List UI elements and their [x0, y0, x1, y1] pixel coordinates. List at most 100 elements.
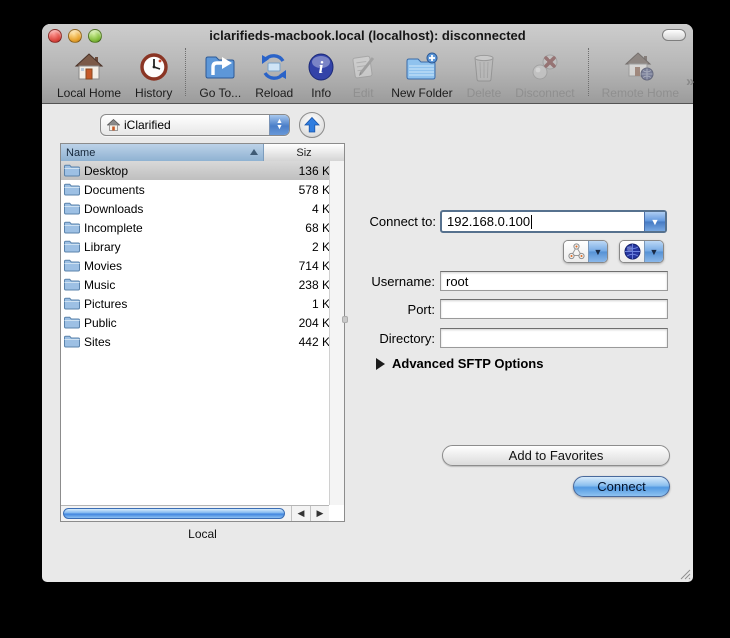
folder-icon: [64, 297, 80, 310]
dropdown-arrow-icon: ▼: [588, 241, 607, 262]
new-folder-icon: [405, 49, 439, 85]
app-window: iclarifieds-macbook.local (localhost): d…: [42, 24, 694, 582]
toolbar-separator: [185, 48, 187, 96]
disconnect-icon: [530, 49, 560, 85]
file-row-desktop[interactable]: Desktop 136 KB: [61, 161, 329, 180]
popup-stepper-icon: ▲ ▼: [269, 115, 289, 135]
folder-icon: [64, 240, 80, 253]
file-size: 4 KB: [311, 201, 329, 216]
title-bar: iclarifieds-macbook.local (localhost): d…: [42, 24, 694, 104]
username-field[interactable]: root: [440, 271, 668, 291]
file-row-incomplete[interactable]: Incomplete 68 KB: [61, 218, 329, 237]
file-row-public[interactable]: Public 204 KB: [61, 313, 329, 332]
file-size: 136 KB: [298, 163, 329, 178]
close-button[interactable]: [48, 29, 62, 43]
file-name: Movies: [84, 258, 123, 273]
file-name: Sites: [84, 334, 111, 349]
connect-to-value: 192.168.0.100: [447, 214, 531, 229]
history-globe-dropdown-button[interactable]: ▼: [619, 240, 664, 263]
toolbar-item-remote-home: Remote Home: [595, 46, 686, 100]
toolbar-item-info[interactable]: i Info: [300, 46, 342, 100]
window-title: iclarifieds-macbook.local (localhost): d…: [209, 28, 526, 43]
file-name: Music: [84, 277, 116, 292]
resize-grip[interactable]: [678, 567, 691, 580]
toolbar-item-new-folder[interactable]: New Folder: [384, 46, 459, 100]
file-size: 714 KB: [298, 258, 329, 273]
combo-dropdown-button[interactable]: ▼: [644, 212, 665, 231]
toolbar-item-label: Reload: [255, 86, 294, 100]
file-row-movies[interactable]: Movies 714 KB: [61, 256, 329, 275]
file-row-documents[interactable]: Documents 578 KB: [61, 180, 329, 199]
file-size: 204 KB: [298, 315, 329, 330]
trash-icon: [471, 49, 497, 85]
local-file-list: Name Siz Desktop 136 KB Documents 578 KB Dow…: [60, 143, 345, 522]
toolbar-overflow-chevron[interactable]: »: [686, 59, 700, 90]
file-row-sites[interactable]: Sites 442 KB: [61, 332, 329, 351]
directory-label: Directory:: [379, 331, 435, 346]
toolbar-item-edit: Edit: [342, 46, 384, 100]
toolbar-item-label: Edit: [352, 86, 374, 100]
file-name: Pictures: [84, 296, 128, 311]
advanced-sftp-options-disclosure[interactable]: Advanced SFTP Options: [376, 356, 543, 371]
file-row-music[interactable]: Music 238 KB: [61, 275, 329, 294]
file-size: 578 KB: [298, 182, 329, 197]
file-size: 1 KB: [311, 296, 329, 311]
toolbar-item-reload[interactable]: Reload: [248, 46, 300, 100]
file-name: Library: [84, 239, 121, 254]
file-name: Public: [84, 315, 117, 330]
file-size: 2 KB: [311, 239, 329, 254]
toolbar-toggle-pill[interactable]: [662, 29, 686, 41]
path-popup-button[interactable]: iClarified ▲ ▼: [100, 114, 290, 136]
goto-folder-icon: [204, 49, 236, 85]
scroll-left-arrow[interactable]: ◀: [291, 506, 310, 521]
file-size: 238 KB: [298, 277, 329, 292]
folder-icon: [64, 259, 80, 272]
column-header-name[interactable]: Name: [61, 144, 264, 161]
folder-icon: [64, 202, 80, 215]
up-directory-button[interactable]: [299, 112, 325, 138]
text-caret: [531, 214, 533, 229]
toolbar-item-history[interactable]: History: [128, 46, 179, 100]
pane-splitter-handle[interactable]: [342, 316, 348, 323]
file-name: Incomplete: [84, 220, 143, 235]
pane-label-local: Local: [188, 527, 217, 541]
column-header-size[interactable]: Siz: [264, 144, 344, 161]
file-row-pictures[interactable]: Pictures 1 KB: [61, 294, 329, 313]
connect-to-label: Connect to:: [369, 214, 437, 229]
port-label: Port:: [407, 302, 435, 317]
toolbar-item-disconnect: Disconnect: [508, 46, 581, 100]
zoom-button[interactable]: [88, 29, 102, 43]
toolbar-item-label: Info: [311, 86, 332, 100]
directory-field[interactable]: [440, 328, 668, 348]
toolbar-item-delete: Delete: [460, 46, 509, 100]
home-icon: [107, 119, 120, 131]
info-icon: i: [307, 49, 335, 85]
disclosure-triangle-icon: [376, 357, 385, 370]
toolbar-item-go-to[interactable]: Go To...: [192, 46, 248, 100]
folder-icon: [64, 335, 80, 348]
add-to-favorites-button[interactable]: Add to Favorites: [442, 445, 670, 466]
folder-icon: [64, 278, 80, 291]
file-rows: Desktop 136 KB Documents 578 KB Downloads 4 K…: [61, 161, 329, 505]
bonjour-dropdown-button[interactable]: ▼: [563, 240, 608, 263]
toolbar-item-label: History: [135, 86, 173, 100]
toolbar: Local Home History Go To... Reload i Info Edit…: [50, 46, 694, 102]
folder-icon: [64, 183, 80, 196]
toolbar-item-local-home[interactable]: Local Home: [50, 46, 128, 100]
connect-to-combobox[interactable]: 192.168.0.100 ▼: [440, 210, 667, 233]
file-name: Downloads: [84, 201, 144, 216]
file-row-library[interactable]: Library 2 KB: [61, 237, 329, 256]
file-name: Documents: [84, 182, 145, 197]
minimize-button[interactable]: [68, 29, 82, 43]
scrollbar-thumb[interactable]: [63, 508, 285, 519]
file-row-downloads[interactable]: Downloads 4 KB: [61, 199, 329, 218]
scroll-right-arrow[interactable]: ▶: [310, 506, 329, 521]
horizontal-scrollbar[interactable]: ◀ ▶: [61, 505, 329, 521]
toolbar-item-label: Go To...: [199, 86, 242, 100]
port-field[interactable]: [440, 299, 668, 319]
connect-button[interactable]: Connect: [573, 476, 670, 497]
local-home-icon: [74, 49, 104, 85]
folder-icon: [64, 221, 80, 234]
folder-icon: [64, 316, 80, 329]
dropdown-arrow-icon: ▼: [644, 241, 663, 262]
